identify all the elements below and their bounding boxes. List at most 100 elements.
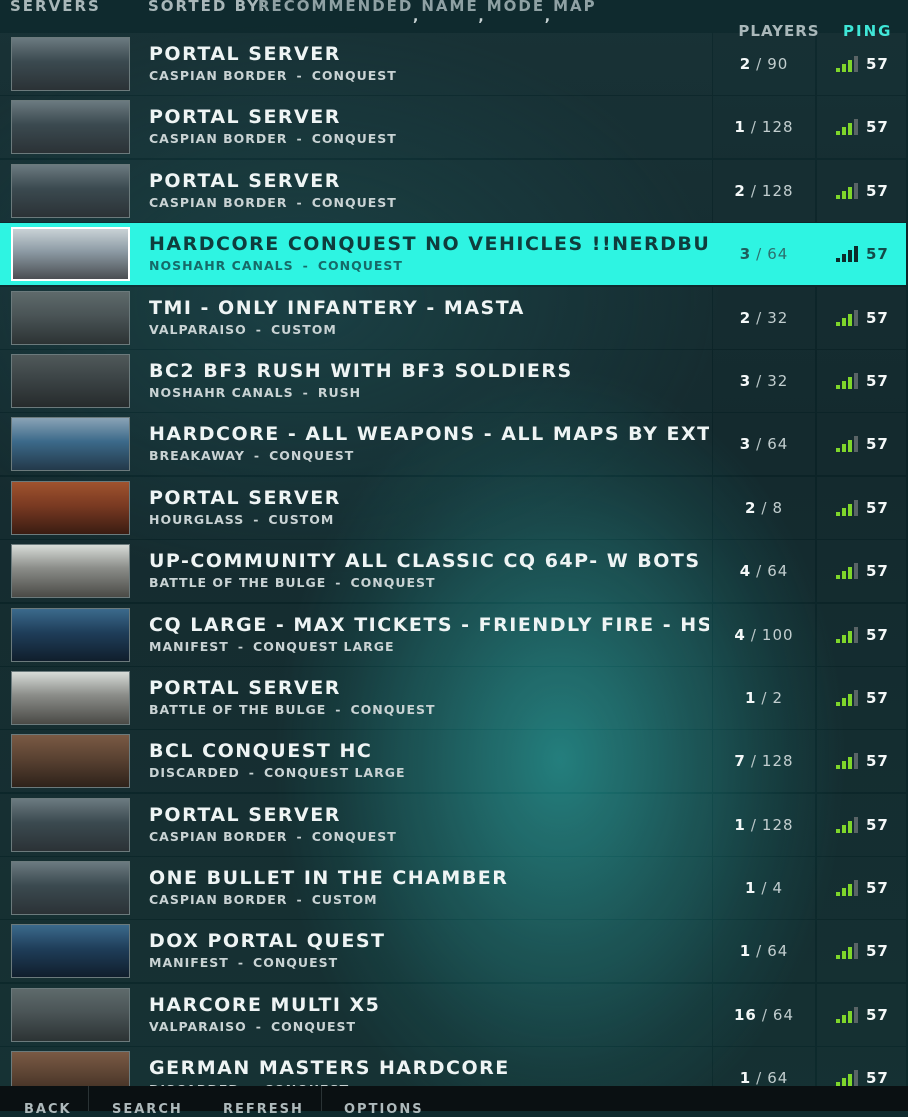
players-current: 4 [734, 625, 746, 644]
separator: - [255, 321, 262, 337]
ping-cell: 57 [817, 33, 906, 95]
server-row[interactable]: CQ LARGE - MAX TICKETS - FRIENDLY FIRE -… [0, 603, 908, 667]
server-map: CASPIAN BORDER [149, 828, 288, 844]
signal-bar [854, 309, 858, 326]
server-row[interactable]: BCL CONQUEST HC DISCARDED - CONQUEST LARGE… [0, 730, 908, 793]
players-max: 64 [772, 1005, 795, 1024]
separator: - [237, 955, 245, 971]
server-map: CASPIAN BORDER [149, 892, 288, 908]
players-slash: / [756, 245, 763, 264]
players-current: 4 [739, 562, 752, 581]
refresh-button[interactable]: REFRESH [223, 1086, 304, 1117]
signal-bar [848, 123, 852, 136]
server-row[interactable]: PORTAL SERVER CASPIAN BORDER - CONQUEST 1/… [0, 96, 908, 159]
signal-bar [854, 689, 858, 706]
players-slash: / [761, 498, 768, 517]
signal-bar [842, 507, 846, 516]
players-current: 1 [734, 118, 746, 137]
signal-bar [848, 1010, 852, 1023]
signal-bar [836, 511, 840, 516]
server-map-mode: VALPARAISO - CUSTOM [149, 322, 337, 337]
ping-cell: 57 [817, 350, 906, 412]
signal-bar [848, 186, 852, 199]
players-max: 64 [767, 942, 789, 961]
sort-recommended[interactable]: RECOMMENDED [258, 0, 421, 25]
server-name: PORTAL SERVER [149, 43, 341, 65]
signal-bar [854, 436, 858, 453]
server-row[interactable]: PORTAL SERVER CASPIAN BORDER - CONQUEST 2/… [0, 159, 908, 223]
signal-bar [842, 888, 846, 897]
server-map: BREAKAWAY [149, 448, 245, 464]
sort-name[interactable]: NAME [421, 0, 486, 25]
map-thumbnail [11, 227, 130, 282]
map-thumbnail [11, 417, 130, 472]
signal-bar [842, 64, 846, 72]
signal-bar [848, 376, 852, 389]
ping-value: 57 [866, 625, 889, 644]
ping-value: 57 [866, 688, 889, 707]
server-map-mode: NOSHAHR CANALS - CONQUEST [149, 258, 403, 273]
sort-mode[interactable]: MODE [487, 0, 553, 25]
server-map-mode: VALPARAISO - CONQUEST [149, 1019, 356, 1034]
options-button[interactable]: OPTIONS [321, 1086, 424, 1117]
server-map: BATTLE OF THE BULGE [149, 701, 327, 717]
server-mode: CUSTOM [270, 321, 337, 337]
signal-bar [842, 951, 846, 960]
server-row[interactable]: TMI - ONLY INFANTERY - MASTA VALPARAISO -… [0, 286, 908, 350]
back-button[interactable]: BACK [0, 1086, 89, 1117]
map-thumbnail [11, 861, 130, 916]
players-slash: / [756, 308, 763, 327]
signal-strength-icon [836, 182, 858, 199]
player-count: 1/2 [713, 667, 815, 729]
server-row[interactable]: PORTAL SERVER CASPIAN BORDER - CONQUEST 1/… [0, 793, 908, 857]
server-row[interactable]: PORTAL SERVER BATTLE OF THE BULGE - CONQUE… [0, 666, 908, 730]
sort-map[interactable]: MAP [553, 0, 597, 15]
player-count: 2/32 [713, 287, 815, 349]
map-thumbnail [11, 607, 130, 662]
signal-bar [836, 194, 840, 199]
signal-strength-icon [836, 372, 858, 389]
server-map-mode: BREAKAWAY - CONQUEST [149, 448, 354, 463]
server-row[interactable]: HARCORE MULTI X5 VALPARAISO - CONQUEST 16/… [0, 983, 908, 1047]
players-max: 64 [767, 1069, 789, 1088]
signal-bar [854, 499, 858, 516]
signal-bar [842, 444, 846, 453]
ping-value: 57 [866, 942, 889, 961]
signal-bar [836, 131, 840, 136]
server-row[interactable]: UP-COMMUNITY ALL CLASSIC CQ 64P- W BOTS … [0, 540, 908, 603]
signal-strength-icon [836, 309, 858, 326]
players-current: 2 [734, 181, 746, 200]
signal-bar [836, 955, 840, 960]
players-current: 3 [739, 435, 752, 454]
server-name: PORTAL SERVER [149, 106, 341, 129]
server-row[interactable]: HARDCORE - ALL WEAPONS - ALL MAPS BY EXT… [0, 413, 908, 476]
server-row[interactable]: HARDCORE CONQUEST NO VEHICLES !!NERDBUMM… [0, 223, 908, 286]
players-max: 128 [761, 815, 794, 834]
players-current: 3 [739, 371, 752, 390]
players-max: 32 [767, 308, 789, 327]
server-row[interactable]: DOX PORTAL QUEST MANIFEST - CONQUEST 1/64 … [0, 920, 908, 983]
signal-bar [854, 246, 858, 263]
signal-bar [854, 1006, 858, 1023]
signal-strength-icon [836, 56, 858, 72]
server-row[interactable]: PORTAL SERVER HOURGLASS - CUSTOM 2/8 57 [0, 476, 908, 540]
separator: - [296, 194, 303, 210]
player-count: 1/128 [713, 794, 815, 856]
players-max: 4 [772, 879, 784, 898]
server-row[interactable]: ONE BULLET IN THE CHAMBER CASPIAN BORDER… [0, 857, 908, 920]
players-slash: / [756, 371, 763, 390]
players-slash: / [750, 181, 757, 200]
signal-bar [848, 693, 852, 706]
ping-cell: 57 [817, 223, 906, 285]
ping-value: 57 [866, 371, 889, 390]
signal-strength-icon [836, 563, 858, 580]
map-thumbnail [11, 924, 130, 979]
players-current: 2 [739, 308, 752, 327]
server-row[interactable]: BC2 BF3 RUSH WITH BF3 SOLDIERS NOSHAHR C… [0, 349, 908, 413]
signal-strength-icon [836, 816, 858, 833]
server-map-mode: CASPIAN BORDER - CONQUEST [149, 68, 397, 83]
server-row[interactable]: PORTAL SERVER CASPIAN BORDER - CONQUEST 2/… [0, 33, 908, 96]
players-current: 16 [733, 1005, 757, 1024]
server-name: HARCORE MULTI X5 [149, 993, 381, 1016]
search-button[interactable]: SEARCH [112, 1086, 183, 1117]
